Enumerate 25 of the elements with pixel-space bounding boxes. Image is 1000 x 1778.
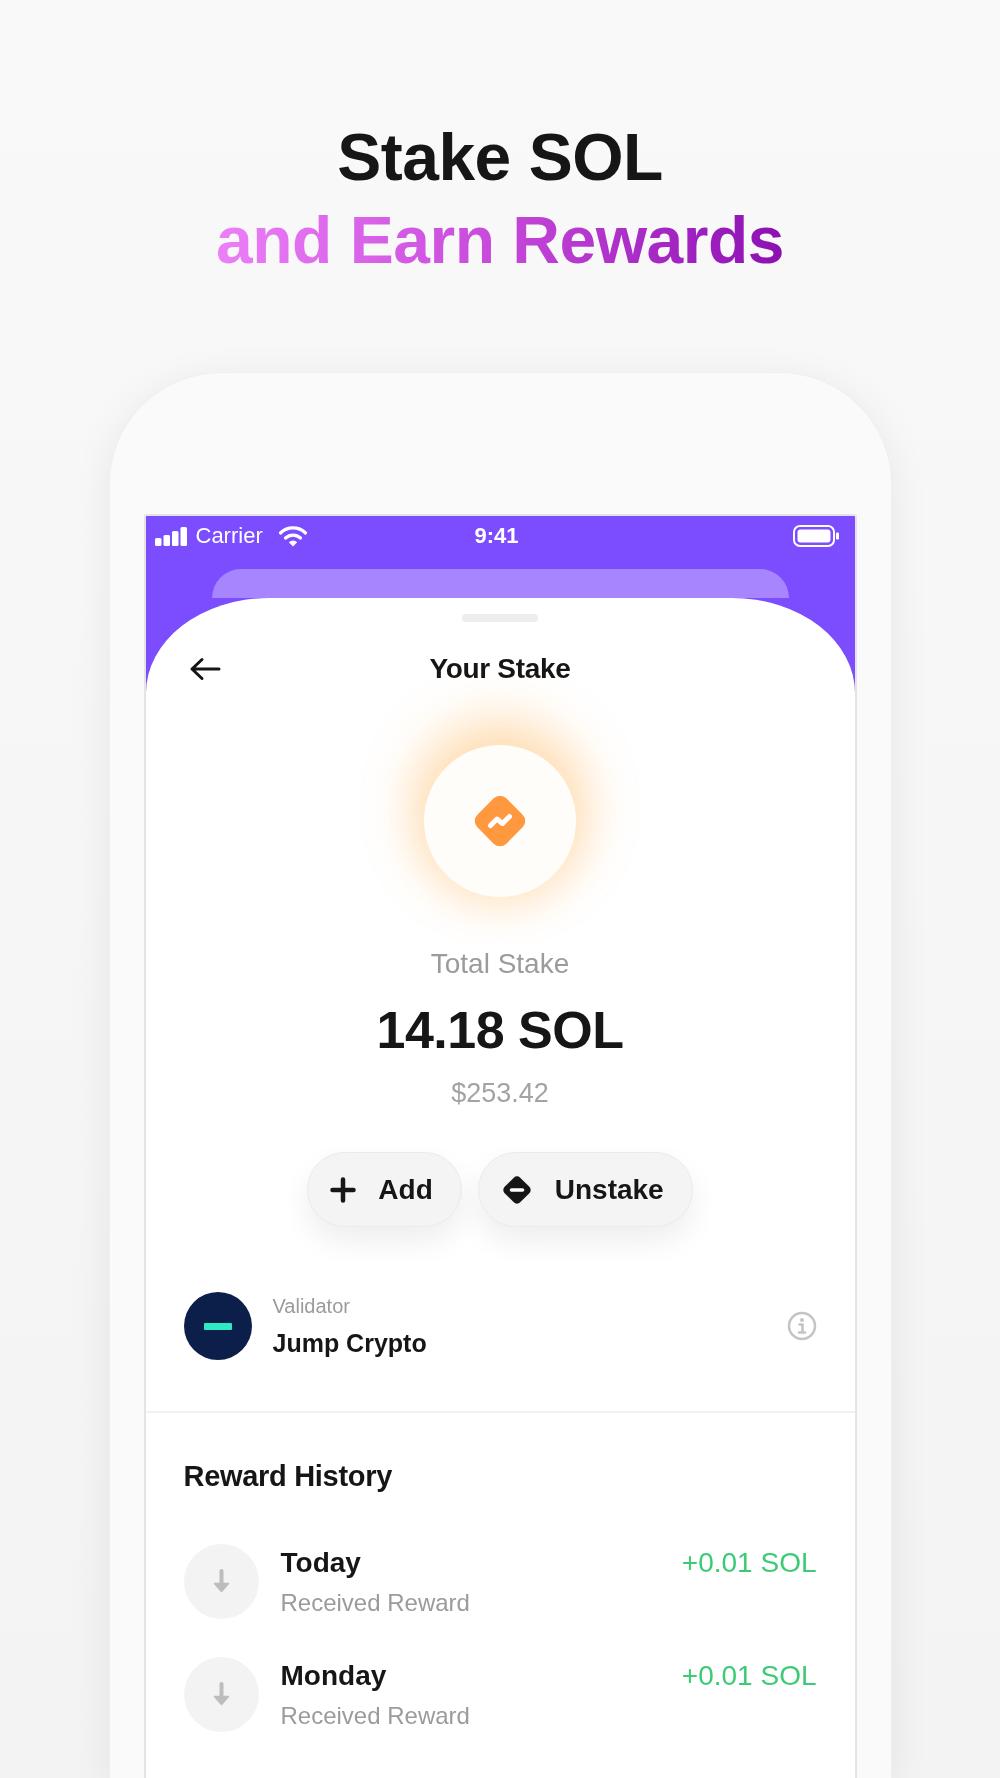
clock-time: 9:41 bbox=[474, 523, 519, 549]
wifi-icon bbox=[277, 525, 308, 547]
reward-amount: +0.01 SOL bbox=[681, 1546, 817, 1580]
info-icon[interactable] bbox=[786, 1311, 817, 1341]
back-arrow-icon[interactable] bbox=[188, 657, 221, 681]
signal-icon bbox=[154, 526, 187, 546]
carrier-name: Carrier bbox=[195, 523, 263, 549]
battery-icon bbox=[792, 525, 839, 547]
validator-name: Jump Crypto bbox=[272, 1328, 427, 1359]
logo-icon bbox=[183, 1292, 252, 1360]
total-stake-label: Total Stake bbox=[430, 947, 570, 981]
validator-label: Validator bbox=[272, 1294, 350, 1319]
plus-icon bbox=[330, 1176, 357, 1203]
reward-day: Today bbox=[280, 1545, 361, 1580]
headline-title: Stake SOL bbox=[337, 119, 663, 196]
reward-amount: +0.01 SOL bbox=[681, 1659, 817, 1693]
reward-description: Received Reward bbox=[280, 1700, 470, 1731]
screen-title: Your Stake bbox=[429, 652, 571, 686]
unstake-button[interactable]: Unstake bbox=[477, 1152, 693, 1227]
fiat-value: $253.42 bbox=[451, 1077, 549, 1109]
reward-day: Monday bbox=[280, 1658, 387, 1693]
section-heading: Reward History bbox=[183, 1459, 393, 1494]
reward-description: Received Reward bbox=[280, 1587, 470, 1618]
add-button[interactable]: Add bbox=[307, 1152, 462, 1227]
stake-amount: 14.18 SOL bbox=[376, 1000, 624, 1060]
